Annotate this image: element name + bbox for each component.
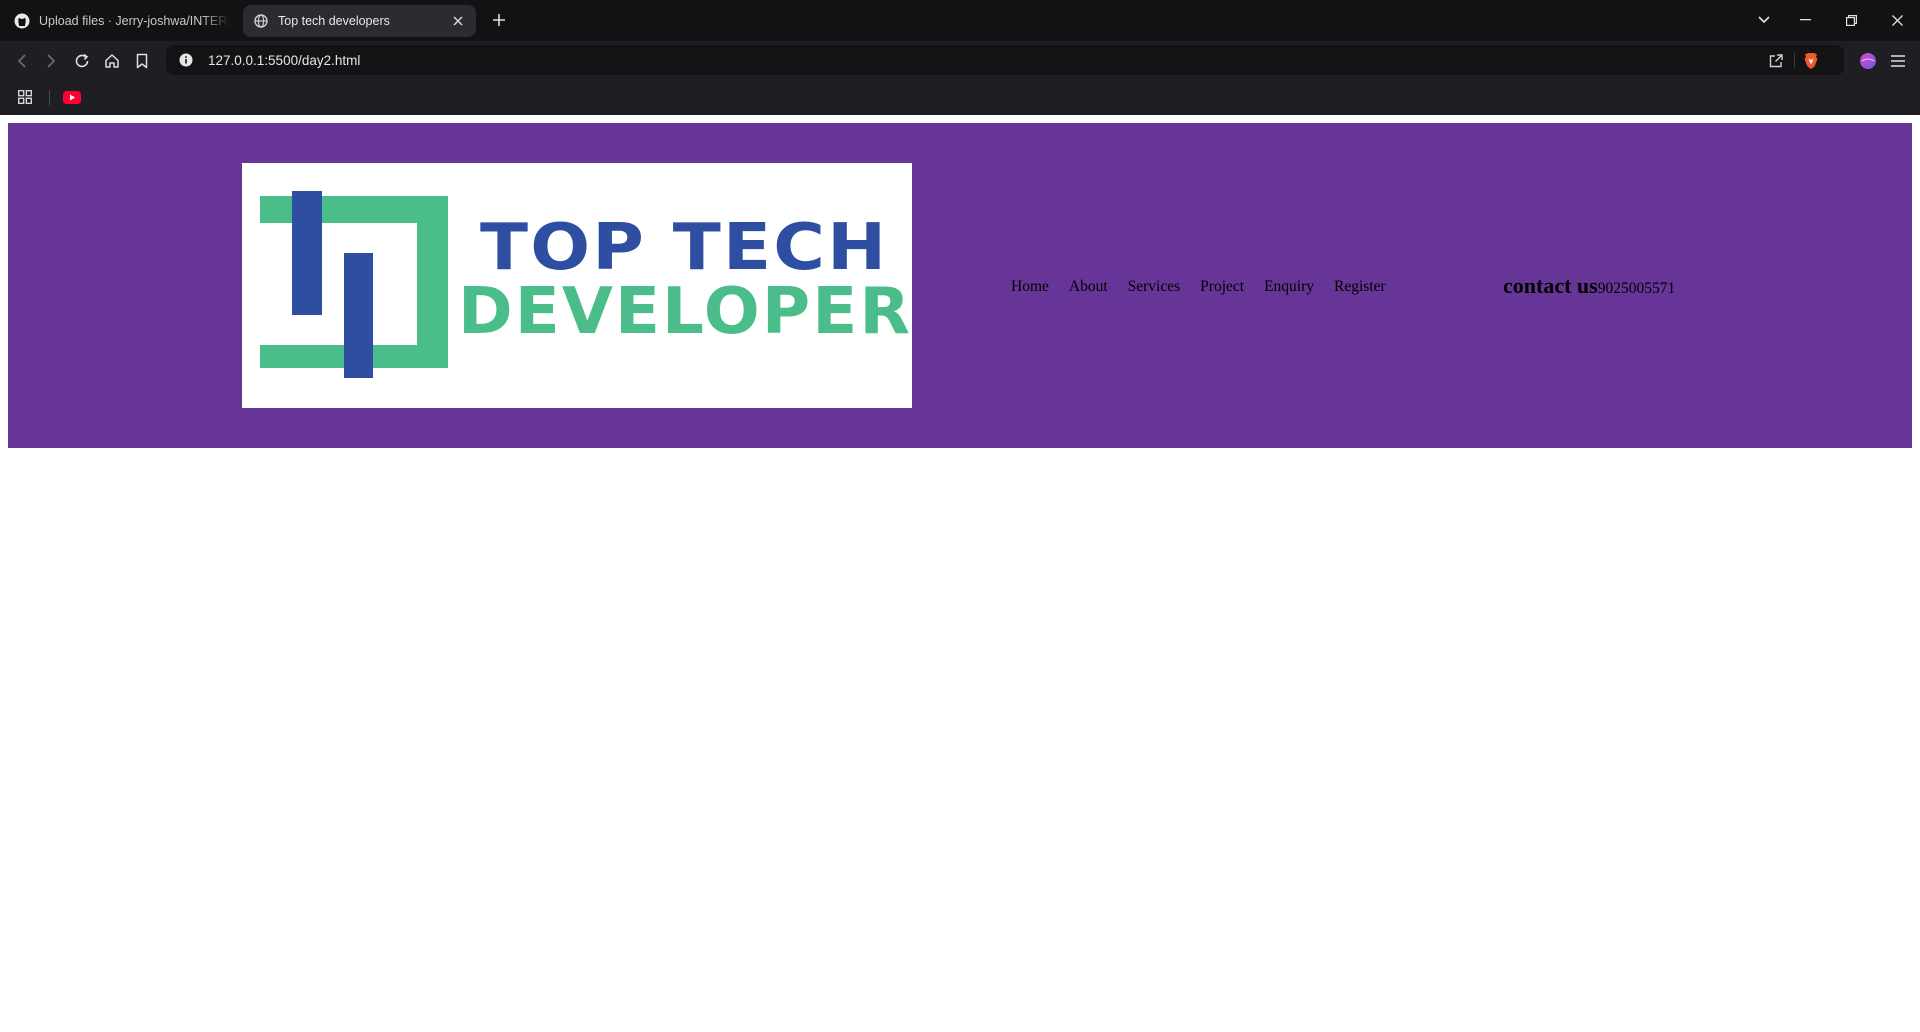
restore-window-icon[interactable] <box>1838 8 1864 32</box>
bookmarks-separator <box>49 90 50 105</box>
bookmark-icon[interactable] <box>130 49 154 73</box>
nav-register[interactable]: Register <box>1334 278 1386 296</box>
share-icon[interactable] <box>1767 52 1785 70</box>
url-separator <box>1794 53 1795 68</box>
logo-text-top: TOP TECH <box>480 211 889 285</box>
tab-title: Upload files · Jerry-joshwa/INTERN- <box>39 14 230 28</box>
contact-info: contact us 9025005571 <box>1503 273 1675 299</box>
contact-label: contact us <box>1503 273 1598 298</box>
logo[interactable]: TOP TECH DEVELOPER <box>242 163 912 408</box>
apps-grid-icon[interactable] <box>16 88 34 106</box>
bookmarks-bar <box>0 79 1920 115</box>
menu-hamburger-icon[interactable] <box>1886 49 1910 73</box>
url-text[interactable]: 127.0.0.1:5500/day2.html <box>208 53 360 68</box>
new-tab-button[interactable] <box>488 9 510 31</box>
browser-tab-github[interactable]: Upload files · Jerry-joshwa/INTERN- <box>4 5 240 37</box>
nav-home[interactable]: Home <box>1011 278 1049 296</box>
globe-icon <box>253 13 269 29</box>
site-header: TOP TECH DEVELOPER Home About Services P… <box>8 123 1912 448</box>
brave-shields-icon[interactable] <box>1802 52 1820 70</box>
browser-tab-top-tech[interactable]: Top tech developers <box>243 5 476 37</box>
nav-about[interactable]: About <box>1069 278 1108 296</box>
browser-toolbar: 127.0.0.1:5500/day2.html <box>0 41 1920 79</box>
browser-tab-bar: Upload files · Jerry-joshwa/INTERN- Top … <box>0 0 1920 41</box>
site-info-icon[interactable] <box>178 52 194 68</box>
main-nav: Home About Services Project Enquiry Regi… <box>1011 278 1406 296</box>
reload-icon[interactable] <box>70 49 94 73</box>
youtube-icon[interactable] <box>63 88 81 106</box>
nav-services[interactable]: Services <box>1128 278 1181 296</box>
tab-title: Top tech developers <box>278 14 390 28</box>
minimize-icon[interactable] <box>1792 8 1818 32</box>
forward-arrow-icon[interactable] <box>39 49 63 73</box>
nav-enquiry[interactable]: Enquiry <box>1264 278 1314 296</box>
address-bar[interactable]: 127.0.0.1:5500/day2.html <box>166 45 1844 75</box>
close-window-icon[interactable] <box>1884 8 1910 32</box>
logo-text-bottom: DEVELOPER <box>458 275 913 349</box>
home-icon[interactable] <box>100 49 124 73</box>
nav-project[interactable]: Project <box>1200 278 1244 296</box>
contact-phone[interactable]: 9025005571 <box>1598 280 1676 298</box>
page-viewport: TOP TECH DEVELOPER Home About Services P… <box>0 115 1920 1032</box>
back-arrow-icon[interactable] <box>10 49 34 73</box>
close-tab-icon[interactable] <box>450 13 466 29</box>
profile-avatar-icon[interactable] <box>1856 49 1880 73</box>
tab-list-chevron-down-icon[interactable] <box>1751 8 1777 32</box>
github-icon <box>14 13 30 29</box>
